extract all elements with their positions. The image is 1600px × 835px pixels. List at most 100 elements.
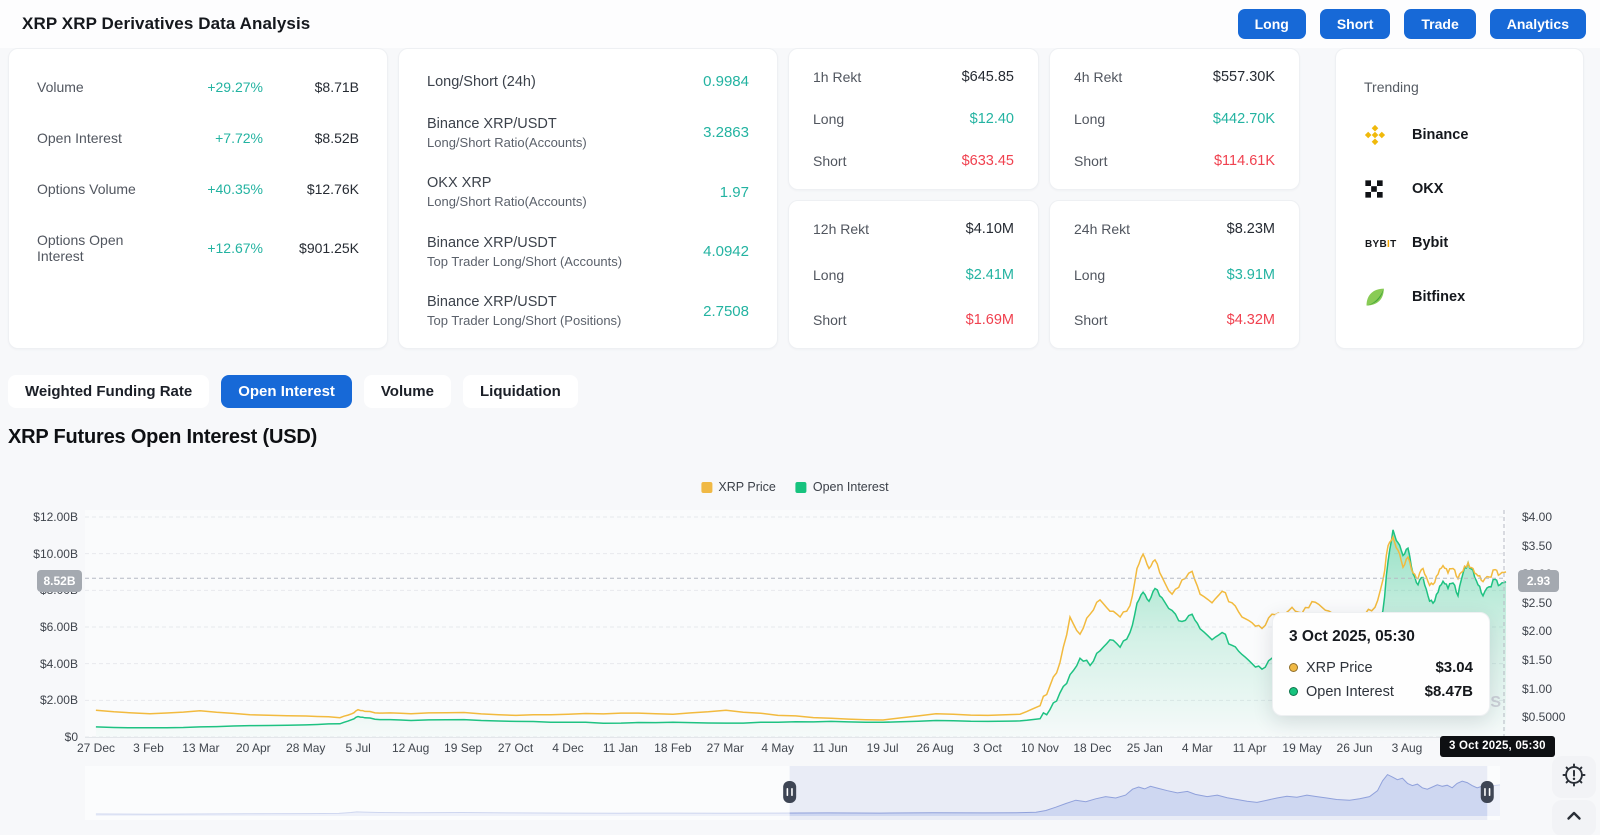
open-interest-area bbox=[96, 530, 1506, 737]
gear-alert-icon bbox=[1561, 762, 1587, 793]
metric-row: Options Open Interest+12.67%$901.25K bbox=[37, 232, 359, 264]
page-title: XRP XRP Derivatives Data Analysis bbox=[22, 14, 310, 34]
analytics-button[interactable]: Analytics bbox=[1490, 9, 1586, 39]
legend-swatch bbox=[701, 482, 712, 493]
navigator-right-handle[interactable] bbox=[1481, 781, 1494, 803]
ratio-row: Binance XRP/USDTTop Trader Long/Short (A… bbox=[427, 235, 749, 269]
legend-item-xrp-price[interactable]: XRP Price bbox=[701, 480, 775, 494]
rekt-label: 1h Rekt bbox=[813, 69, 962, 85]
navigator-selection[interactable] bbox=[790, 766, 1488, 820]
navigator-area bbox=[96, 775, 1500, 816]
ratio-labels: Binance XRP/USDTTop Trader Long/Short (P… bbox=[427, 294, 621, 328]
topbar: XRP XRP Derivatives Data Analysis Long Sh… bbox=[0, 0, 1600, 48]
x-axis-tick: 28 May bbox=[270, 741, 342, 755]
x-axis-tick: 5 Jul bbox=[322, 741, 394, 755]
tooltip-series-value: $8.47B bbox=[1425, 683, 1473, 700]
tab-open-interest[interactable]: Open Interest bbox=[221, 375, 352, 408]
rekt-value: $557.30K bbox=[1213, 69, 1275, 85]
metric-row: Options Volume+40.35%$12.76K bbox=[37, 181, 359, 197]
series-marker-icon bbox=[1289, 687, 1298, 696]
x-axis-tick: 3 Oct bbox=[951, 741, 1023, 755]
x-axis-tick: 18 Feb bbox=[637, 741, 709, 755]
rekt-row: 4h Rekt$557.30K bbox=[1074, 69, 1275, 85]
ratio-title: Binance XRP/USDT bbox=[427, 116, 587, 132]
metric-value: $8.52B bbox=[263, 130, 359, 146]
rekt-row: Short$4.32M bbox=[1074, 312, 1275, 328]
tab-weighted-funding-rate[interactable]: Weighted Funding Rate bbox=[8, 375, 209, 408]
ratio-value: 3.2863 bbox=[703, 124, 749, 141]
trending-item-bybit[interactable]: BYBITBybit bbox=[1364, 229, 1555, 257]
ratio-value: 4.0942 bbox=[703, 243, 749, 260]
ratio-value: 2.7508 bbox=[703, 303, 749, 320]
x-axis-tick: 4 May bbox=[742, 741, 814, 755]
scroll-to-top-button[interactable] bbox=[1552, 800, 1596, 835]
x-axis-tick: 20 Apr bbox=[217, 741, 289, 755]
legend-item-open-interest[interactable]: Open Interest bbox=[796, 480, 889, 494]
left-axis-tick: $4.00B bbox=[0, 656, 78, 672]
trending-card: Trending BinanceOKXBYBITBybitBitfinex bbox=[1335, 48, 1584, 349]
rekt-row: Short$1.69M bbox=[813, 312, 1014, 328]
ratio-row: OKX XRPLong/Short Ratio(Accounts)1.97 bbox=[427, 175, 749, 209]
metric-label: Options Open Interest bbox=[37, 232, 153, 264]
okx-icon bbox=[1364, 179, 1402, 199]
rekt-row: Long$3.91M bbox=[1074, 267, 1275, 283]
rekt-label: Short bbox=[1074, 312, 1227, 328]
rekt-value: $114.61K bbox=[1214, 153, 1275, 169]
exchange-name: Binance bbox=[1412, 127, 1468, 143]
x-axis-tick: 13 Mar bbox=[165, 741, 237, 755]
navigator-mask-right bbox=[1487, 766, 1500, 820]
rekt-row: Long$2.41M bbox=[813, 267, 1014, 283]
short-button[interactable]: Short bbox=[1320, 9, 1391, 39]
trending-item-okx[interactable]: OKX bbox=[1364, 175, 1555, 203]
rekt-row: Long$12.40 bbox=[813, 111, 1014, 127]
right-axis-tick: $3.00 bbox=[1522, 566, 1552, 582]
rekt-label: Long bbox=[1074, 111, 1213, 127]
metric-label: Options Volume bbox=[37, 181, 153, 197]
ratio-title: Long/Short (24h) bbox=[427, 74, 536, 90]
ratio-title: Binance XRP/USDT bbox=[427, 235, 622, 251]
x-axis-tick: 27 Dec bbox=[60, 741, 132, 755]
long-short-ratio-card: Long/Short (24h)0.9984Binance XRP/USDTLo… bbox=[398, 48, 778, 349]
left-axis-tick: $2.00B bbox=[0, 692, 78, 708]
x-axis-tick: 19 Sep bbox=[427, 741, 499, 755]
binance-icon bbox=[1364, 124, 1402, 146]
ratio-labels: Binance XRP/USDTTop Trader Long/Short (A… bbox=[427, 235, 622, 269]
chart-settings-button[interactable] bbox=[1552, 756, 1596, 798]
legend-swatch bbox=[796, 482, 807, 493]
rekt-label: Short bbox=[1074, 153, 1214, 169]
rekt-row: Short$114.61K bbox=[1074, 153, 1275, 169]
tooltip-row: Open Interest$8.47B bbox=[1289, 683, 1473, 700]
rekt-card: 24h Rekt$8.23MLong$3.91MShort$4.32M bbox=[1049, 200, 1300, 349]
x-axis-tick: 11 Jun bbox=[794, 741, 866, 755]
left-axis-tick: $6.00B bbox=[0, 619, 78, 635]
x-axis-tick: 18 Dec bbox=[1056, 741, 1128, 755]
right-axis-tick: $4.00 bbox=[1522, 509, 1552, 525]
ratio-subtitle: Long/Short Ratio(Accounts) bbox=[427, 135, 587, 150]
right-axis-tick: $2.50 bbox=[1522, 595, 1552, 611]
tab-volume[interactable]: Volume bbox=[364, 375, 451, 408]
rekt-column-1: 1h Rekt$645.85Long$12.40Short$633.4512h … bbox=[788, 48, 1039, 349]
left-axis-tick: $0 bbox=[0, 729, 78, 745]
rekt-label: 24h Rekt bbox=[1074, 221, 1227, 237]
rekt-label: Long bbox=[813, 267, 966, 283]
x-axis-tick: 12 Aug bbox=[375, 741, 447, 755]
rekt-card: 12h Rekt$4.10MLong$2.41MShort$1.69M bbox=[788, 200, 1039, 349]
exchange-name: Bybit bbox=[1412, 235, 1448, 251]
trending-item-bitfinex[interactable]: Bitfinex bbox=[1364, 283, 1555, 311]
navigator-left-handle[interactable] bbox=[783, 781, 796, 803]
rekt-row: 1h Rekt$645.85 bbox=[813, 69, 1014, 85]
trade-button[interactable]: Trade bbox=[1404, 9, 1475, 39]
ratio-title: Binance XRP/USDT bbox=[427, 294, 621, 310]
metric-value: $12.76K bbox=[263, 181, 359, 197]
rekt-label: 4h Rekt bbox=[1074, 69, 1213, 85]
series-marker-icon bbox=[1289, 663, 1298, 672]
metric-change: +29.27% bbox=[153, 79, 263, 95]
tooltip-series-label: XRP Price bbox=[1306, 660, 1427, 676]
long-button[interactable]: Long bbox=[1238, 9, 1306, 39]
trending-item-binance[interactable]: Binance bbox=[1364, 121, 1555, 149]
rekt-label: Long bbox=[813, 111, 970, 127]
tab-liquidation[interactable]: Liquidation bbox=[463, 375, 578, 408]
metric-value: $8.71B bbox=[263, 79, 359, 95]
x-axis-tick: 10 Nov bbox=[1004, 741, 1076, 755]
ratio-labels: OKX XRPLong/Short Ratio(Accounts) bbox=[427, 175, 587, 209]
